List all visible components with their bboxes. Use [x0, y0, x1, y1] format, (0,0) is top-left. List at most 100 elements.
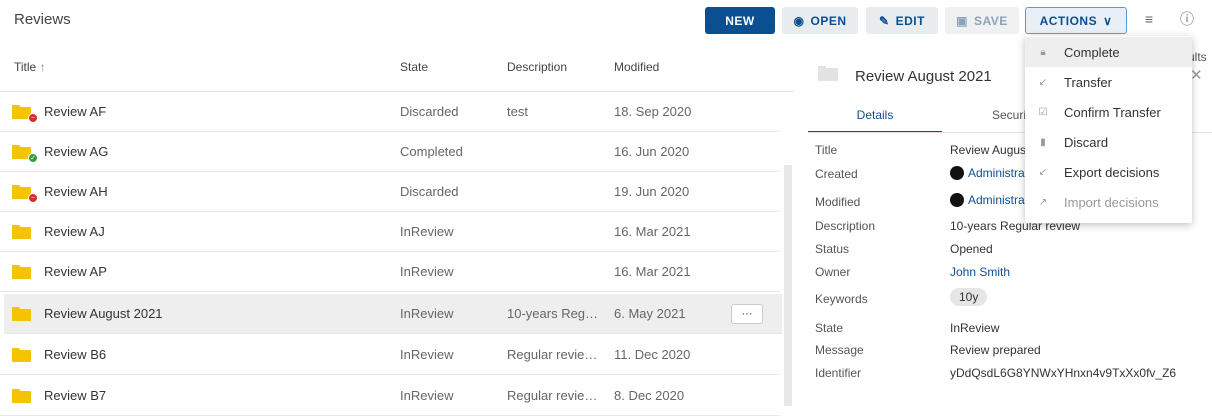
prop-title-label: Title — [815, 143, 838, 157]
folder-icon — [12, 265, 31, 279]
menu-item-label: Transfer — [1064, 74, 1112, 90]
floppy-icon: ▣ — [956, 13, 969, 28]
row-description: Regular review ... — [507, 388, 602, 403]
prop-modified-label: Modified — [815, 195, 861, 209]
row-title: Review AP — [44, 264, 107, 279]
edit-button-label: EDIT — [895, 13, 925, 28]
arrow-down-left-icon: ↙ — [1038, 166, 1048, 178]
arrow-up-right-icon: ↗ — [1038, 196, 1048, 208]
folder-icon — [12, 307, 31, 321]
actions-button-label: ACTIONS — [1039, 13, 1098, 28]
table-scrollbar[interactable] — [784, 165, 792, 406]
menu-item-label: Confirm Transfer — [1064, 104, 1161, 120]
column-header-title[interactable]: Title ↑ — [14, 60, 46, 74]
row-title: Review B6 — [44, 347, 107, 362]
column-header-modified[interactable]: Modified — [614, 60, 659, 74]
prop-status-label: Status — [815, 242, 850, 256]
row-state: InReview — [400, 388, 454, 403]
table-row[interactable]: ✓ Review AG Completed 16. Jun 2020 — [0, 132, 780, 172]
row-description: test — [507, 104, 528, 119]
prop-owner-label: Owner — [815, 265, 851, 279]
folder-icon — [12, 348, 31, 362]
row-modified: 11. Dec 2020 — [614, 347, 691, 362]
list-view-icon[interactable]: ≡ — [1140, 10, 1158, 28]
open-button[interactable]: ◉ OPEN — [782, 7, 858, 34]
column-header-state[interactable]: State — [400, 60, 428, 74]
row-title: Review AH — [44, 184, 108, 199]
menu-item-label: Export decisions — [1064, 164, 1160, 180]
table-row[interactable]: − Review AF Discarded test 18. Sep 2020 — [0, 92, 780, 132]
table-header: Title ↑ State Description Modified — [0, 42, 795, 92]
row-modified: 8. Dec 2020 — [614, 388, 685, 403]
prop-identifier-value: yDdQsdL6G8YNWxYHnxn4v9TxXx0fv_Z6 — [950, 366, 1177, 380]
prop-title-value: Review August — [950, 143, 1030, 157]
folder-icon — [818, 66, 838, 81]
row-modified: 18. Sep 2020 — [614, 104, 692, 119]
row-title: Review AG — [44, 144, 109, 159]
prop-created-label: Created — [815, 167, 858, 181]
prop-modified-value[interactable]: Administra — [950, 193, 1025, 207]
menu-item-discard[interactable]: ▮ Discard — [1025, 127, 1192, 157]
pencil-icon: ✎ — [879, 13, 890, 28]
save-button[interactable]: ▣ SAVE — [945, 7, 1019, 34]
created-user: Administra — [968, 166, 1025, 180]
folder-icon — [12, 389, 31, 403]
open-button-label: OPEN — [810, 13, 847, 28]
table-row-selected[interactable]: Review August 2021 InReview 10-years Reg… — [4, 294, 782, 334]
avatar — [950, 193, 964, 207]
menu-item-label: Import decisions — [1064, 194, 1159, 210]
menu-item-label: Discard — [1064, 134, 1109, 150]
discarded-status-icon: − — [28, 113, 38, 123]
tab-security[interactable]: Securit — [992, 108, 1029, 122]
table-row[interactable]: Review AJ InReview 16. Mar 2021 — [0, 212, 780, 252]
checkbox-icon: ☑ — [1038, 106, 1048, 118]
avatar — [950, 166, 964, 180]
column-title-label: Title — [14, 60, 37, 74]
new-button-label: NEW — [725, 13, 755, 28]
lock-icon: 🔒︎ — [1040, 46, 1046, 58]
eye-icon: ◉ — [793, 13, 805, 28]
row-state: InReview — [400, 264, 454, 279]
menu-item-confirm-transfer[interactable]: ☑ Confirm Transfer — [1025, 97, 1192, 127]
menu-item-label: Complete — [1064, 44, 1120, 60]
edit-button[interactable]: ✎ EDIT — [866, 7, 938, 34]
row-title: Review AF — [44, 104, 107, 119]
prop-message-value: Review prepared — [950, 343, 1041, 357]
menu-item-transfer[interactable]: ↙ Transfer — [1025, 67, 1192, 97]
prop-description-label: Description — [815, 219, 876, 233]
prop-owner-value[interactable]: John Smith — [950, 265, 1010, 279]
column-header-description[interactable]: Description — [507, 60, 567, 74]
info-icon[interactable]: ⓘ — [1178, 10, 1196, 28]
discarded-status-icon: − — [28, 193, 38, 203]
trash-icon: ▮ — [1040, 136, 1046, 148]
new-button[interactable]: NEW — [705, 7, 775, 34]
completed-status-icon: ✓ — [28, 153, 38, 163]
table-row[interactable]: Review B6 InReview Regular review ... 11… — [0, 335, 780, 375]
prop-state-value: InReview — [950, 321, 1000, 335]
keyword-chip[interactable]: 10y — [950, 288, 988, 306]
row-title: Review AJ — [44, 224, 105, 239]
actions-button[interactable]: ACTIONS ∨ — [1025, 7, 1127, 34]
row-modified: 16. Jun 2020 — [614, 144, 690, 159]
tab-details[interactable]: Details — [808, 108, 942, 133]
table-row[interactable]: − Review AH Discarded 19. Jun 2020 — [0, 172, 780, 212]
row-state: Completed — [400, 144, 463, 159]
menu-item-export-decisions[interactable]: ↙ Export decisions — [1025, 157, 1192, 187]
row-modified: 16. Mar 2021 — [614, 224, 691, 239]
prop-message-label: Message — [815, 343, 864, 357]
page-title: Reviews — [14, 11, 71, 28]
menu-item-complete[interactable]: 🔒︎ Complete — [1025, 37, 1192, 67]
row-state: InReview — [400, 306, 454, 321]
prop-keywords-value: 10y — [950, 288, 988, 306]
details-title: Review August 2021 — [855, 68, 992, 85]
table-row[interactable]: Review B7 InReview Regular review ... 8.… — [0, 376, 780, 416]
prop-created-value[interactable]: Administra — [950, 166, 1025, 180]
sort-arrow-icon: ↑ — [39, 60, 46, 74]
prop-keywords-label: Keywords — [815, 292, 868, 306]
prop-status-value: Opened — [950, 242, 993, 256]
save-button-label: SAVE — [974, 13, 1008, 28]
row-modified: 6. May 2021 — [614, 306, 686, 321]
row-more-button[interactable]: ··· — [731, 304, 763, 324]
row-title: Review B7 — [44, 388, 107, 403]
table-row[interactable]: Review AP InReview 16. Mar 2021 — [0, 252, 780, 292]
